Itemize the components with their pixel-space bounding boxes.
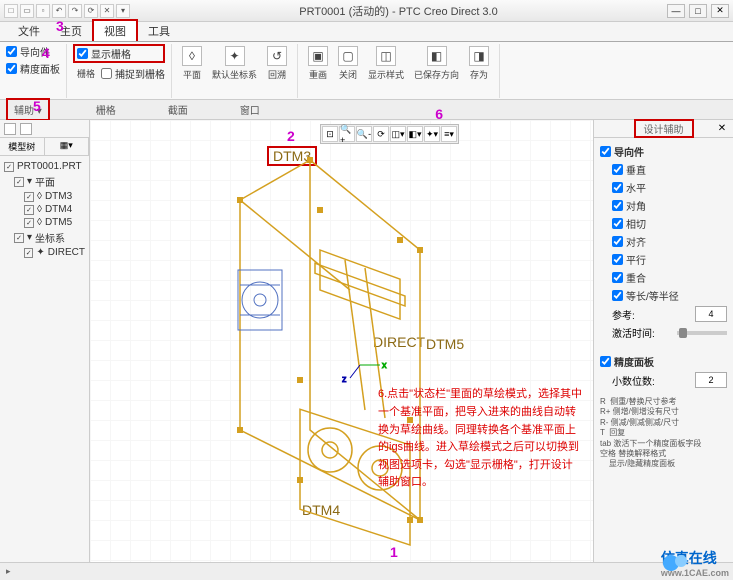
chk-horiz[interactable]: 水平 [600,180,727,195]
btn-grid[interactable]: 栅格 [73,65,99,82]
chk-diag[interactable]: 对角 [600,198,727,213]
maximize-button[interactable]: □ [689,4,707,18]
chk-guide[interactable]: 导向件 [600,144,727,159]
qat-regen[interactable]: ⟳ [84,4,98,18]
chk-orient[interactable]: 导向件 [6,44,60,59]
annotation-5: 5 [33,98,41,114]
tree-tab[interactable]: 模型树 [0,138,45,155]
vt-repaint[interactable]: ⟳ [373,126,389,142]
tree-dtm5: ✓◊ DTM5 [4,216,85,229]
annotation-6: 6 [435,106,443,122]
btn-dispstyle[interactable]: ◫显示样式 [364,44,408,98]
btn-plane[interactable]: ◊平面 [178,44,206,98]
chk-parallel[interactable]: 平行 [600,252,727,267]
annotation-4: 4 [42,45,50,61]
help-text: R 侧重/替换尺寸参考 R+ 侧增/侧增没有尺寸 R- 侧减/侧减侧减/尺寸 T… [600,397,727,470]
chk-equal[interactable]: 等长/等半径 [600,288,727,303]
vt-datum[interactable]: ✦▾ [424,126,440,142]
vt-zoomout[interactable]: 🔍- [356,126,372,142]
chk-vert[interactable]: 垂直 [600,162,727,177]
design-aid-panel: 设计辅助 ✕ 导向件 垂直 水平 对角 相切 对齐 平行 重合 等长/等半径 参… [593,120,733,562]
vt-refit[interactable]: ⊡ [322,126,338,142]
view-toolbar: ⊡ 🔍+ 🔍- ⟳ ◫▾ ◧▾ ✦▾ ≡▾ [320,124,459,144]
tree-dtm3: ✓◊ DTM3 [4,190,85,203]
minimize-button[interactable]: — [667,4,685,18]
model-tree[interactable]: ✓PRT0001.PRT ✓▾ 平面 ✓◊ DTM3 ✓◊ DTM4 ✓◊ DT… [0,156,89,263]
vt-zoomin[interactable]: 🔍+ [339,126,355,142]
menu-tools[interactable]: 工具 [138,21,180,41]
close-button[interactable]: ✕ [711,4,729,18]
activetime-label: 激活时间: [612,325,655,340]
vt-saved[interactable]: ◧▾ [407,126,423,142]
svg-text:z: z [342,374,347,384]
tree-root: ✓PRT0001.PRT [4,160,85,173]
tree-tool-icon[interactable] [20,123,32,135]
graphics-canvas[interactable]: 2 ⊡ 🔍+ 🔍- ⟳ ◫▾ ◧▾ ✦▾ ≡▾ DTM3 DIRECT DTM5… [90,120,593,562]
decimal-label: 小数位数: [612,373,655,388]
watermark: 仿真在线 www.1CAE.com [661,548,729,578]
qat-close[interactable]: ✕ [100,4,114,18]
btn-retrace[interactable]: ↺回溯 [263,44,291,98]
tree-direct: ✓✦ DIRECT [4,246,85,259]
ribbon: 导向件 精度面板 显示栅格 栅格 捕捉到栅格 ◊平面 ✦默认坐标系 ↺回溯 ▣重… [0,42,733,100]
btn-redraw[interactable]: ▣重画 [304,44,332,98]
panel-close-icon[interactable]: ✕ [715,122,729,136]
qat-new[interactable]: □ [4,4,18,18]
window-title: PRT0001 (活动的) - PTC Creo Direct 3.0 [130,3,667,19]
menu-file[interactable]: 文件 [8,21,50,41]
chk-showgrid[interactable]: 显示栅格 [73,44,165,63]
tree-planes: ✓▾ 平面 [4,173,85,190]
chk-sym[interactable]: 对齐 [600,234,727,249]
tree-dtm4: ✓◊ DTM4 [4,203,85,216]
qat-save[interactable]: ▫ [36,4,50,18]
vt-annot[interactable]: ≡▾ [441,126,457,142]
chk-snap[interactable]: 捕捉到栅格 [101,65,165,82]
btn-saveas[interactable]: ◨存为 [465,44,493,98]
btn-saved[interactable]: ◧已保存方向 [410,44,463,98]
sub-tabs: 辅助 ▾ 栅格 截面 窗口 [0,100,733,120]
subtab-window[interactable]: 窗口 [234,100,266,119]
btn-close[interactable]: ▢关闭 [334,44,362,98]
btn-coord[interactable]: ✦默认坐标系 [208,44,261,98]
qat-undo[interactable]: ↶ [52,4,66,18]
svg-text:x: x [382,360,387,370]
status-text: ▸ [6,566,11,577]
qat-open[interactable]: ▭ [20,4,34,18]
panel-title: 设计辅助 [634,119,694,138]
subtab-grid[interactable]: 栅格 [90,100,122,119]
subtab-aux[interactable]: 辅助 ▾ [6,98,50,121]
tree-tool-icon[interactable] [4,123,16,135]
menu-view[interactable]: 视图 [92,19,138,41]
menubar: 文件 主页 视图 工具 [0,22,733,42]
annotation-3: 3 [56,18,64,34]
model-tree-panel: 模型树▦▾ ✓PRT0001.PRT ✓▾ 平面 ✓◊ DTM3 ✓◊ DTM4… [0,120,90,562]
annotation-text-6: 6.点击"状态栏"里面的草绘模式，选择其中一个基准平面，把导入进来的曲线自动转换… [378,386,583,492]
chk-precboard[interactable]: 精度面板 [600,354,727,369]
qat-redo[interactable]: ↷ [68,4,82,18]
watermark-icon [661,551,689,575]
tree-tab2[interactable]: ▦▾ [45,138,90,155]
quick-access-toolbar: □ ▭ ▫ ↶ ↷ ⟳ ✕ ▾ [4,4,130,18]
chk-tangent[interactable]: 相切 [600,216,727,231]
qat-more[interactable]: ▾ [116,4,130,18]
decimal-spinner[interactable] [695,372,727,388]
annotation-2: 2 [287,128,295,144]
vt-style[interactable]: ◫▾ [390,126,406,142]
statusbar: ▸ [0,562,733,580]
tree-coords: ✓▾ 坐标系 [4,229,85,246]
activetime-slider[interactable] [677,331,727,335]
ref-spinner[interactable] [695,306,727,322]
chk-coincident[interactable]: 重合 [600,270,727,285]
subtab-section[interactable]: 截面 [162,100,194,119]
annotation-1: 1 [390,544,398,560]
chk-precision[interactable]: 精度面板 [6,61,60,76]
ref-label: 参考: [612,307,635,322]
